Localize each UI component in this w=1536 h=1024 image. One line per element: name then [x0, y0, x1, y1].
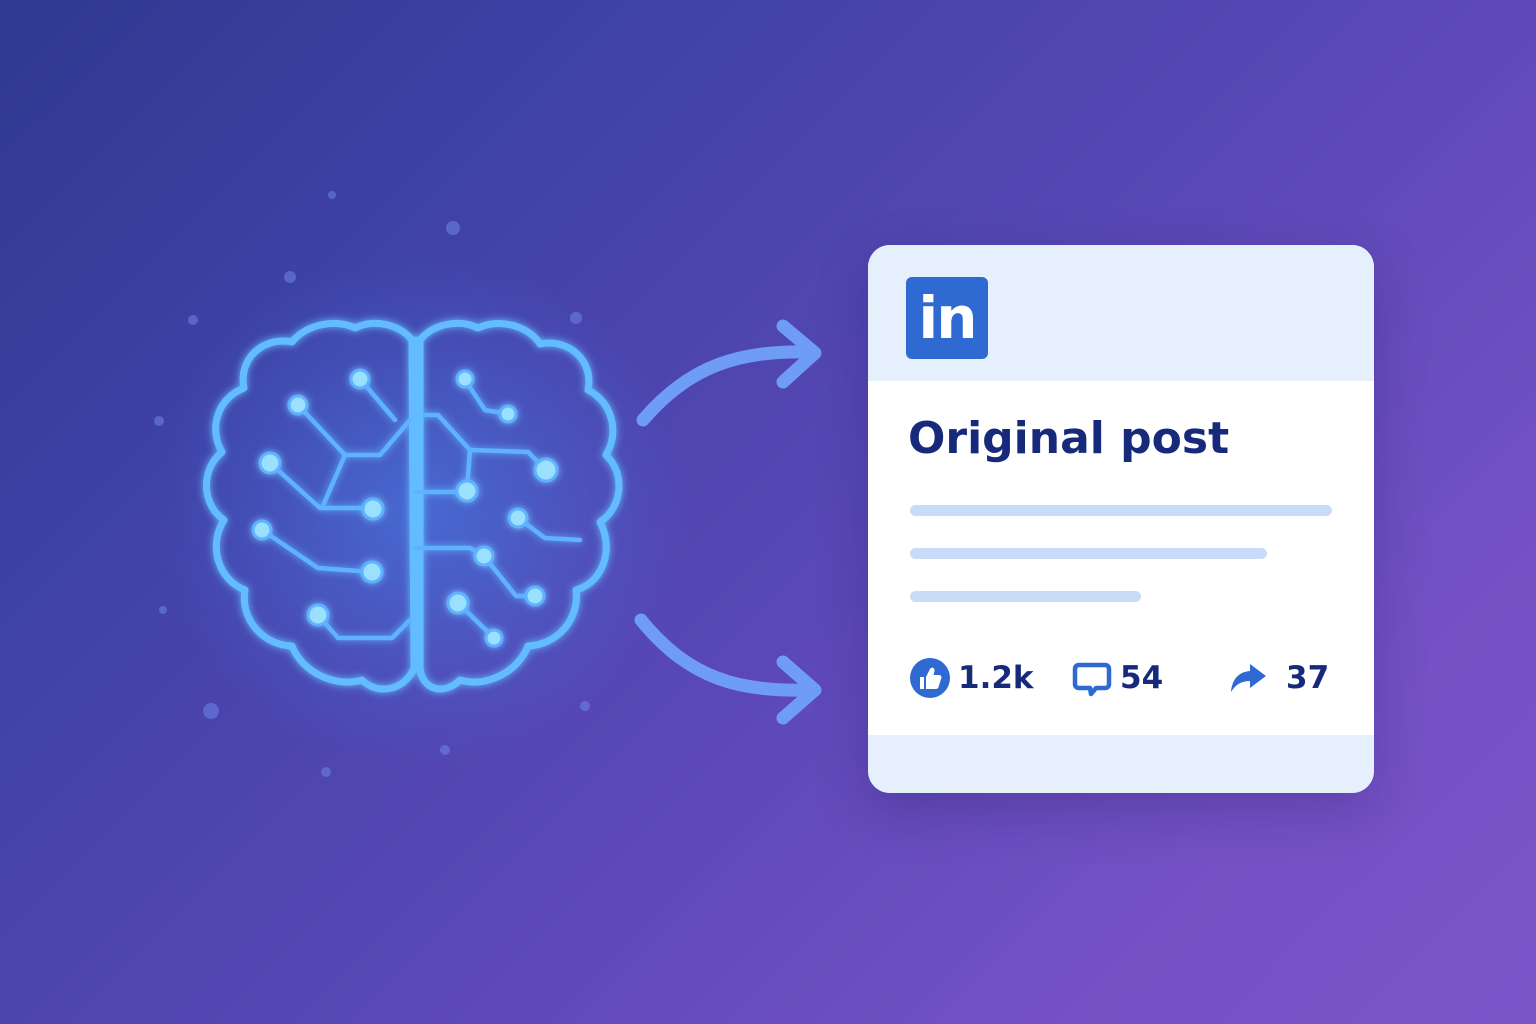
post-title: Original post: [908, 413, 1230, 464]
likes-stat[interactable]: 1.2k: [908, 655, 1034, 701]
comment-bubble-icon: [1070, 656, 1114, 700]
linkedin-post-card[interactable]: in Original post 1.2k 54 37: [868, 245, 1374, 793]
text-placeholder-line: [910, 548, 1267, 559]
likes-count: 1.2k: [958, 660, 1034, 696]
shares-count: 37: [1286, 660, 1330, 696]
card-header: in: [868, 245, 1374, 381]
arrow-right-icon: [636, 319, 822, 427]
thumbs-up-icon: [908, 656, 952, 700]
shares-stat[interactable]: 37: [1226, 655, 1329, 701]
share-arrow-icon: [1226, 656, 1270, 700]
arrow-right-icon: [634, 613, 822, 725]
comments-count: 54: [1120, 660, 1164, 696]
comments-stat[interactable]: 54: [1070, 655, 1163, 701]
text-placeholder-line: [910, 591, 1141, 602]
text-placeholder-line: [910, 505, 1332, 516]
card-footer: [868, 735, 1374, 793]
linkedin-logo: in: [906, 277, 988, 359]
brain-circuit-icon: [203, 319, 623, 693]
